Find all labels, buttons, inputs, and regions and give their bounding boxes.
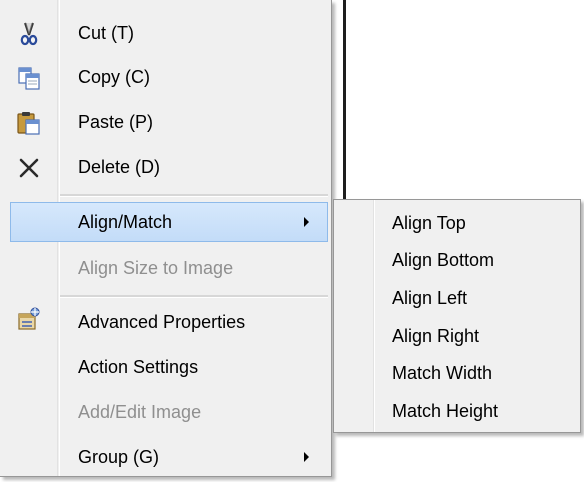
submenu-item-label: Align Top [392,213,466,233]
menu-item-label: Align Size to Image [78,258,234,278]
menu-separator [60,194,328,197]
submenu-item-label: Align Bottom [392,250,495,270]
menu-item-label: Cut (T) [78,23,134,43]
submenu-item-align-left[interactable]: Align Left [334,280,580,317]
submenu-item-align-bottom[interactable]: Align Bottom [334,242,580,279]
paste-icon [17,112,40,135]
scissors-icon [20,22,38,46]
menu-item-group[interactable]: Group (G) [0,437,330,477]
menu-item-label: Delete (D) [78,157,161,177]
menu-item-label: Group (G) [78,447,160,467]
menu-item-paste[interactable]: Paste (P) [0,102,330,142]
menu-item-copy[interactable]: Copy (C) [0,57,330,97]
properties-icon [18,307,40,330]
menu-item-label: Paste (P) [78,112,154,132]
menu-separator [60,295,328,298]
menu-item-cut[interactable]: Cut (T) [0,13,330,53]
menu-item-label: Copy (C) [78,67,151,87]
submenu-item-align-top[interactable]: Align Top [334,205,580,242]
submenu-item-label: Match Width [392,363,493,383]
menu-item-align-size-to-image[interactable]: Align Size to Image [0,248,330,288]
submenu-item-label: Match Height [392,401,499,421]
menu-item-label: Advanced Properties [78,312,246,332]
submenu-item-match-width[interactable]: Match Width [334,355,580,392]
menu-item-advanced-properties[interactable]: Advanced Properties [0,302,330,342]
submenu-arrow-icon [304,452,309,462]
menu-item-align-match[interactable]: Align/Match [10,202,328,242]
delete-x-icon [19,158,39,178]
copy-icon [18,67,40,90]
submenu-arrow-icon [304,217,309,227]
align-match-submenu: Align Top Align Bottom Align Left Align … [333,199,581,433]
menu-item-add-edit-image[interactable]: Add/Edit Image [0,392,330,432]
submenu-item-label: Align Left [392,288,468,308]
menu-item-label: Add/Edit Image [78,402,202,422]
menu-item-action-settings[interactable]: Action Settings [0,347,330,387]
menu-item-label: Align/Match [78,212,173,232]
submenu-item-align-right[interactable]: Align Right [334,318,580,355]
submenu-item-label: Align Right [392,326,480,346]
menu-item-delete[interactable]: Delete (D) [0,147,330,187]
background-divider-line [343,0,346,200]
menu-item-label: Action Settings [78,357,199,377]
screen: Cut (T) Copy (C) Paste (P) Delete (D) Al… [0,0,584,482]
submenu-item-match-height[interactable]: Match Height [334,393,580,430]
context-menu: Cut (T) Copy (C) Paste (P) Delete (D) Al… [0,0,332,477]
